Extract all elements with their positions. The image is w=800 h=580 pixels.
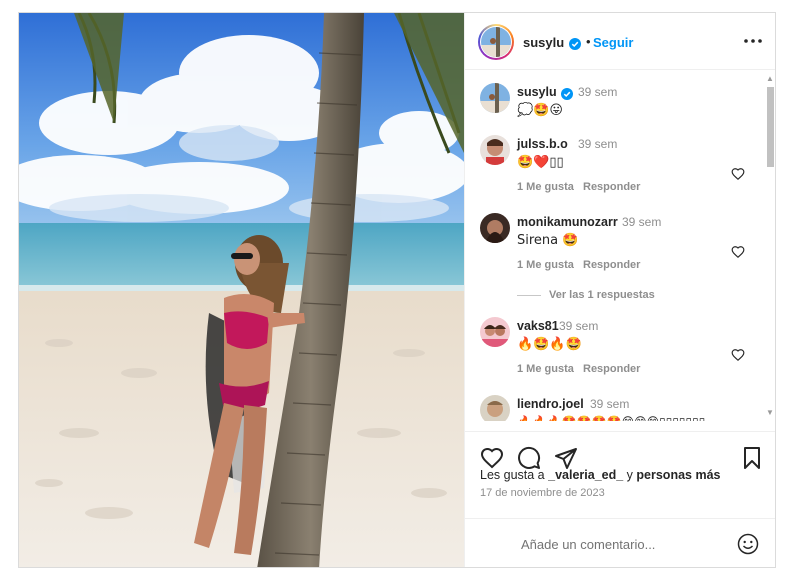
comment-text: 🔥🔥🔥🤩🤩🤩🤩😊😊😊▯▯▯▯▯▯▯ bbox=[517, 415, 705, 421]
avatar[interactable] bbox=[480, 213, 510, 243]
add-comment-bar bbox=[465, 518, 775, 567]
comment-text: Sirena 🤩 bbox=[517, 233, 579, 248]
post-side-panel: susylu • Seguir susylu 39 sem 💭🤩😛 julss.… bbox=[464, 13, 775, 567]
comment-input[interactable] bbox=[521, 533, 721, 555]
instagram-post-modal: susylu • Seguir susylu 39 sem 💭🤩😛 julss.… bbox=[18, 12, 776, 568]
comment-like-heart-icon[interactable] bbox=[731, 348, 745, 362]
comment-time[interactable]: 39 sem bbox=[622, 215, 661, 229]
comment-text: 🤩❤️▯▯ bbox=[517, 155, 564, 170]
comment-time[interactable]: 39 sem bbox=[578, 137, 617, 151]
avatar[interactable] bbox=[481, 27, 511, 57]
avatar[interactable] bbox=[480, 135, 510, 165]
view-replies-button[interactable]: Ver las 1 respuestas bbox=[549, 289, 655, 301]
avatar[interactable] bbox=[480, 83, 510, 113]
comment-username[interactable]: monikamunozarr bbox=[517, 215, 618, 229]
avatar[interactable] bbox=[480, 395, 510, 421]
comment-time[interactable]: 39 sem bbox=[559, 319, 598, 333]
verified-badge-icon bbox=[569, 36, 581, 54]
post-date[interactable]: 17 de noviembre de 2023 bbox=[480, 487, 605, 499]
comments-list[interactable]: susylu 39 sem 💭🤩😛 julss.b.o 39 sem 🤩❤️▯▯… bbox=[465, 71, 775, 421]
post-header: susylu • Seguir bbox=[465, 13, 775, 70]
caption-text: 💭🤩😛 bbox=[517, 103, 563, 118]
likes-summary[interactable]: Les gusta a _valeria_ed_ y personas más bbox=[480, 468, 720, 482]
post-actions bbox=[465, 431, 775, 471]
reply-button[interactable]: Responder bbox=[583, 363, 640, 375]
comment-bubble-icon[interactable] bbox=[517, 446, 541, 470]
emoji-picker-icon[interactable] bbox=[737, 533, 759, 555]
comment-time[interactable]: 39 sem bbox=[590, 397, 629, 411]
comment-likes[interactable]: 1 Me gusta bbox=[517, 259, 574, 271]
beach-photo-illustration bbox=[19, 13, 464, 567]
post-photo[interactable] bbox=[19, 13, 464, 567]
follow-button[interactable]: Seguir bbox=[593, 35, 633, 50]
likes-middle: y bbox=[626, 468, 633, 482]
comment-username[interactable]: vaks81 bbox=[517, 319, 559, 333]
reply-button[interactable]: Responder bbox=[583, 181, 640, 193]
comment-likes[interactable]: 1 Me gusta bbox=[517, 363, 574, 375]
save-bookmark-icon[interactable] bbox=[740, 446, 764, 470]
scroll-thumb[interactable] bbox=[767, 87, 774, 167]
verified-badge-icon bbox=[561, 86, 573, 104]
reply-button[interactable]: Responder bbox=[583, 259, 640, 271]
story-ring[interactable] bbox=[478, 24, 514, 60]
share-paper-plane-icon[interactable] bbox=[554, 446, 578, 470]
replies-divider bbox=[517, 295, 541, 296]
caption-username[interactable]: susylu bbox=[517, 85, 557, 99]
separator-dot: • bbox=[586, 34, 591, 49]
scroll-down-arrow-icon[interactable]: ▼ bbox=[766, 409, 774, 417]
likes-user-link[interactable]: _valeria_ed_ bbox=[548, 468, 623, 482]
comment-username[interactable]: julss.b.o bbox=[517, 137, 568, 151]
likes-prefix: Les gusta a bbox=[480, 468, 545, 482]
likes-others-link[interactable]: personas más bbox=[636, 468, 720, 482]
comment-like-heart-icon[interactable] bbox=[731, 167, 745, 181]
scroll-up-arrow-icon[interactable]: ▲ bbox=[766, 75, 774, 83]
comment-username[interactable]: liendro.joel bbox=[517, 397, 584, 411]
comment-like-heart-icon[interactable] bbox=[731, 245, 745, 259]
comment-text: 🔥🤩🔥🤩 bbox=[517, 337, 582, 352]
avatar[interactable] bbox=[480, 317, 510, 347]
more-options-icon[interactable] bbox=[742, 30, 764, 52]
header-username[interactable]: susylu bbox=[523, 35, 564, 50]
caption-time[interactable]: 39 sem bbox=[578, 85, 617, 99]
comments-scrollbar[interactable]: ▲ ▼ bbox=[764, 73, 775, 419]
like-heart-icon[interactable] bbox=[480, 446, 504, 470]
comment-likes[interactable]: 1 Me gusta bbox=[517, 181, 574, 193]
